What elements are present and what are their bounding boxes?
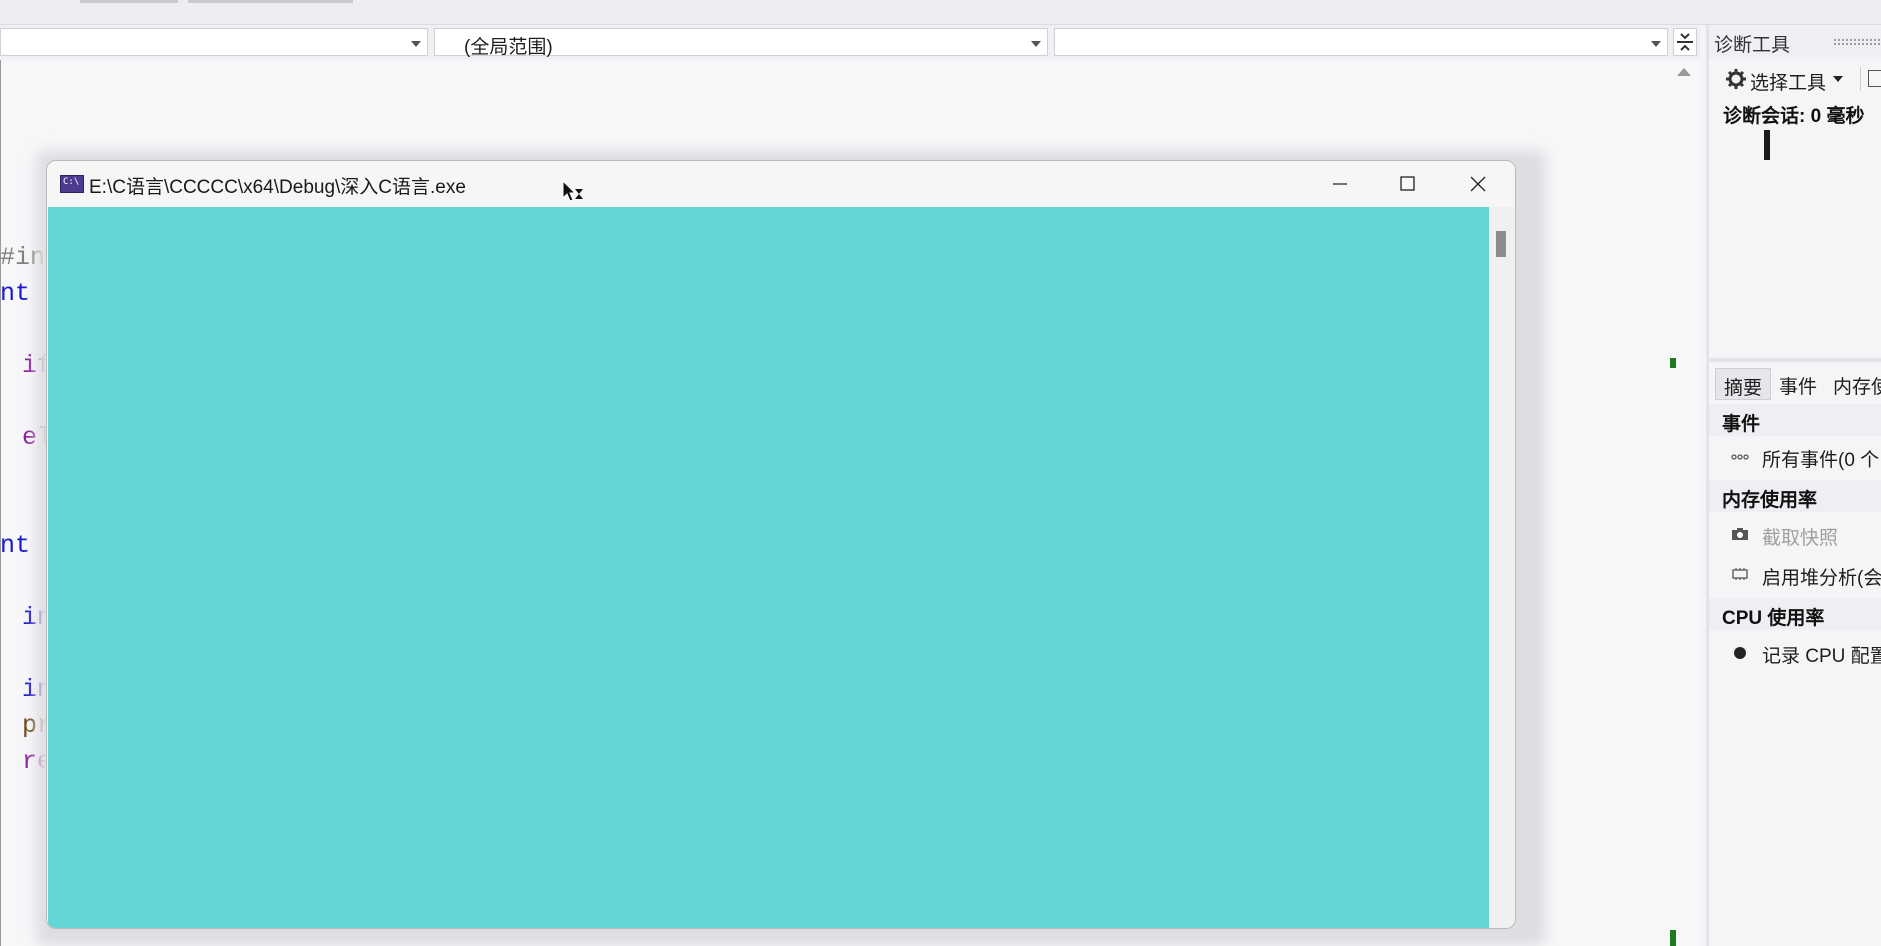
memory-chip-icon [1732, 568, 1748, 580]
snapshot-row[interactable]: 截取快照 [1709, 516, 1881, 554]
console-title: E:\C语言\CCCCC\x64\Debug\深入C语言.exe [89, 177, 466, 198]
change-marker [1670, 358, 1676, 368]
events-section-header: 事件 [1709, 404, 1881, 436]
console-output-area[interactable] [48, 207, 1489, 928]
console-icon-text: C:\ [63, 177, 80, 187]
change-marker [1670, 930, 1676, 946]
session-duration: 诊断会话: 0 毫秒 [1723, 106, 1865, 127]
diagnostic-tools-title: 诊断工具 [1714, 35, 1791, 56]
toolbar-separator [1860, 67, 1861, 91]
console-window[interactable]: C:\ E:\C语言\CCCCC\x64\Debug\深入C语言.exe [46, 160, 1516, 929]
code-keyword: nt [0, 279, 31, 308]
camera-icon [1732, 528, 1748, 540]
tab-summary[interactable]: 摘要 [1715, 368, 1772, 400]
timeline-marker[interactable] [1764, 130, 1770, 160]
record-dot-icon [1734, 647, 1746, 659]
split-icon [1677, 33, 1693, 51]
maximize-icon [1400, 176, 1415, 191]
console-app-icon: C:\ [60, 175, 84, 193]
heap-analysis-row[interactable]: 启用堆分析(会 [1709, 556, 1881, 594]
panel-splitter[interactable] [1709, 358, 1881, 362]
chevron-down-icon[interactable] [1833, 76, 1843, 82]
document-tab[interactable] [188, 0, 353, 3]
heap-analysis-label[interactable]: 启用堆分析(会 [1762, 563, 1881, 590]
panel-drag-grip[interactable] [1833, 38, 1881, 46]
chevron-down-icon [1031, 41, 1041, 47]
console-scrollbar-thumb[interactable] [1496, 231, 1506, 257]
close-button[interactable] [1443, 161, 1511, 207]
minimize-button[interactable] [1305, 161, 1373, 207]
console-scrollbar[interactable] [1489, 207, 1515, 928]
member-dropdown[interactable] [1054, 28, 1668, 56]
maximize-button[interactable] [1373, 161, 1441, 207]
chevron-down-icon [411, 41, 421, 47]
chevron-down-icon [1651, 41, 1661, 47]
code-keyword: nt [0, 531, 31, 560]
document-tab[interactable] [80, 0, 178, 3]
events-icon [1731, 454, 1749, 460]
editor-scrollbar[interactable] [1672, 60, 1694, 946]
console-title-bar[interactable]: C:\ E:\C语言\CCCCC\x64\Debug\深入C语言.exe [47, 161, 1515, 207]
tab-memory[interactable]: 内存使 [1825, 368, 1881, 400]
project-dropdown[interactable] [0, 28, 428, 56]
snapshot-label[interactable]: 截取快照 [1762, 523, 1838, 550]
memory-section-header: 内存使用率 [1709, 480, 1881, 512]
scope-dropdown[interactable]: (全局范围) [434, 28, 1048, 58]
gear-icon[interactable] [1725, 68, 1747, 90]
cpu-record-label[interactable]: 记录 CPU 配置 [1762, 641, 1881, 668]
all-events-label[interactable]: 所有事件(0 个 [1762, 445, 1879, 472]
document-tab-strip [0, 0, 1881, 25]
export-icon[interactable] [1868, 70, 1881, 87]
minimize-icon [1333, 183, 1347, 185]
select-tools-button[interactable]: 选择工具 [1750, 68, 1826, 95]
all-events-row[interactable]: 所有事件(0 个 [1709, 438, 1881, 476]
busy-cursor-icon [562, 180, 583, 202]
editor-margin-line [0, 60, 1, 946]
tab-events[interactable]: 事件 [1771, 368, 1825, 400]
scroll-up-arrow-icon[interactable] [1677, 68, 1691, 76]
split-editor-button[interactable] [1673, 28, 1697, 56]
scope-dropdown-value: (全局范围) [464, 37, 553, 58]
close-icon [1470, 176, 1486, 192]
cpu-section-header: CPU 使用率 [1709, 598, 1881, 630]
cpu-record-row[interactable]: 记录 CPU 配置 [1709, 634, 1881, 672]
